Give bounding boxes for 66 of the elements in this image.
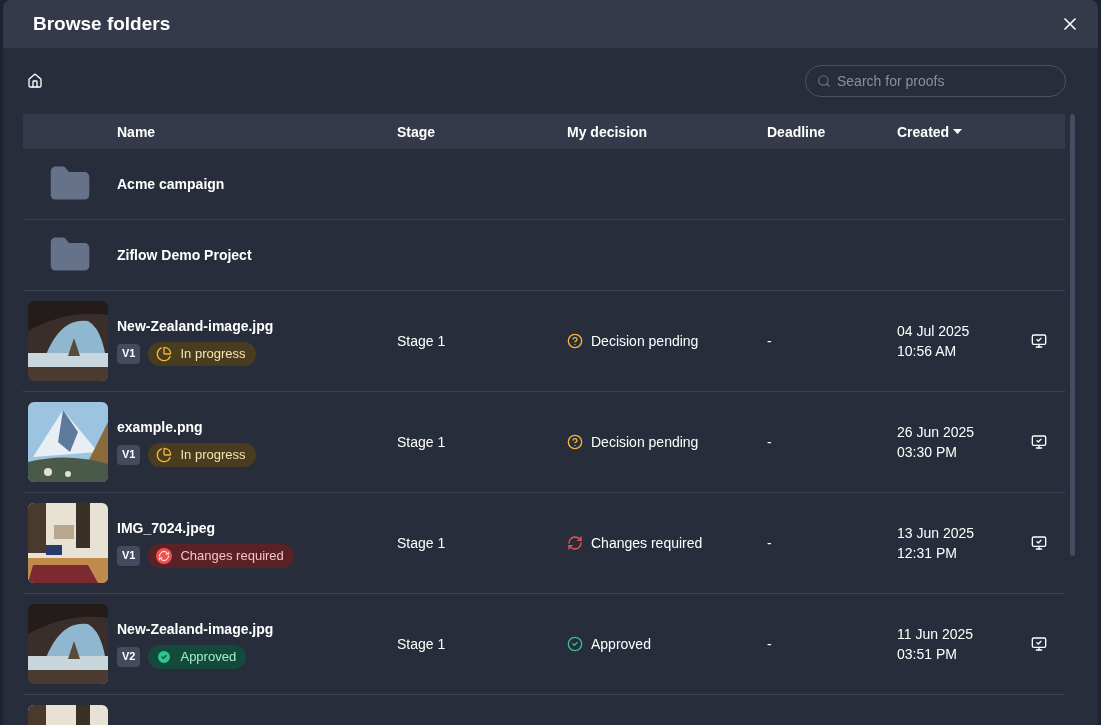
proof-row[interactable]: example.png V1 In progress Stage 1 Decision pending - 26 Jun 2025 03:30 PM (23, 392, 1065, 493)
sort-caret-icon (953, 129, 963, 134)
dialog-title: Browse folders (33, 11, 171, 36)
created-date: 13 Jun 2025 (897, 524, 975, 543)
progress-icon (156, 346, 173, 362)
monitor-icon (1031, 535, 1047, 551)
deadline-cell-text: - (767, 534, 773, 553)
created-time: 12:31 PM (897, 544, 958, 563)
created-time: 10:56 AM (897, 342, 958, 361)
decision-text: Changes required (591, 534, 703, 553)
stage-cell-text: Stage 1 (397, 534, 447, 553)
search-field[interactable]: Search for proofs (805, 65, 1066, 97)
home-icon (27, 73, 43, 89)
stage-cell-text: Stage 1 (397, 635, 447, 654)
folder-row[interactable]: Ziflow Demo Project (23, 220, 1065, 291)
proof-row[interactable]: New-Zealand-image.jpg V1 In progress Stage 1 Decision pending - 04 Jul 2025 10:56 AM (23, 291, 1065, 392)
folder-name: Ziflow Demo Project (117, 246, 253, 265)
column-header[interactable]: Name (117, 121, 156, 142)
refresh-icon (567, 535, 583, 551)
review-button[interactable] (1031, 434, 1047, 450)
monitor-icon (1031, 636, 1047, 652)
decision-text: Decision pending (591, 433, 699, 452)
review-button[interactable] (1031, 333, 1047, 349)
question-icon (567, 434, 583, 450)
column-header[interactable]: Created (897, 121, 963, 142)
column-header[interactable]: Stage (397, 121, 436, 142)
progress-icon (156, 447, 173, 463)
created-date: 26 Jun 2025 (897, 423, 975, 442)
folder-name: Acme campaign (117, 175, 226, 194)
file-name: IMG_7024.jpeg (117, 519, 217, 538)
created-date: 04 Jul 2025 (897, 322, 970, 341)
decision-text: Decision pending (591, 332, 699, 351)
version-tag: V1 (117, 546, 141, 566)
status-badge: In progress (148, 443, 256, 467)
file-name: example.png (117, 418, 204, 437)
proof-row[interactable]: New-Zealand-image.jpg V2 Approved Stage 1 Approved - 11 Jun 2025 03:51 PM (23, 594, 1065, 695)
deadline-cell-text: - (767, 635, 773, 654)
column-header[interactable]: My decision (567, 121, 648, 142)
created-time: 03:51 PM (897, 645, 958, 664)
question-icon (567, 333, 583, 349)
monitor-icon (1031, 434, 1047, 450)
review-button[interactable] (1031, 535, 1047, 551)
search-icon (817, 74, 831, 88)
version-tag: V1 (117, 344, 141, 364)
monitor-icon (1031, 333, 1047, 349)
column-header[interactable]: Deadline (767, 121, 826, 142)
version-tag: V1 (117, 445, 141, 465)
created-time: 03:30 PM (897, 443, 958, 462)
decision-text: Approved (591, 635, 651, 654)
status-badge: Approved (148, 645, 247, 669)
check-icon (156, 649, 173, 665)
stage-cell-text: Stage 1 (397, 332, 447, 351)
file-name: New-Zealand-image.jpg (117, 317, 275, 336)
file-name: New-Zealand-image.jpg (117, 620, 275, 639)
check-circle-icon (567, 636, 583, 652)
refresh-icon (156, 548, 173, 564)
status-badge: Changes required (148, 544, 294, 568)
deadline-cell-text: - (767, 332, 773, 351)
stage-cell-text: Stage 1 (397, 433, 447, 452)
folder-row[interactable]: Acme campaign (23, 149, 1065, 220)
created-date: 11 Jun 2025 (897, 625, 974, 644)
version-tag: V2 (117, 647, 141, 667)
proof-row[interactable]: IMG_7024.jpeg V1 Changes required Stage 1 Changes required - 13 Jun 2025 12:31 PM (23, 493, 1065, 594)
review-button[interactable] (1031, 636, 1047, 652)
deadline-cell-text: - (767, 433, 773, 452)
status-badge: In progress (148, 342, 256, 366)
